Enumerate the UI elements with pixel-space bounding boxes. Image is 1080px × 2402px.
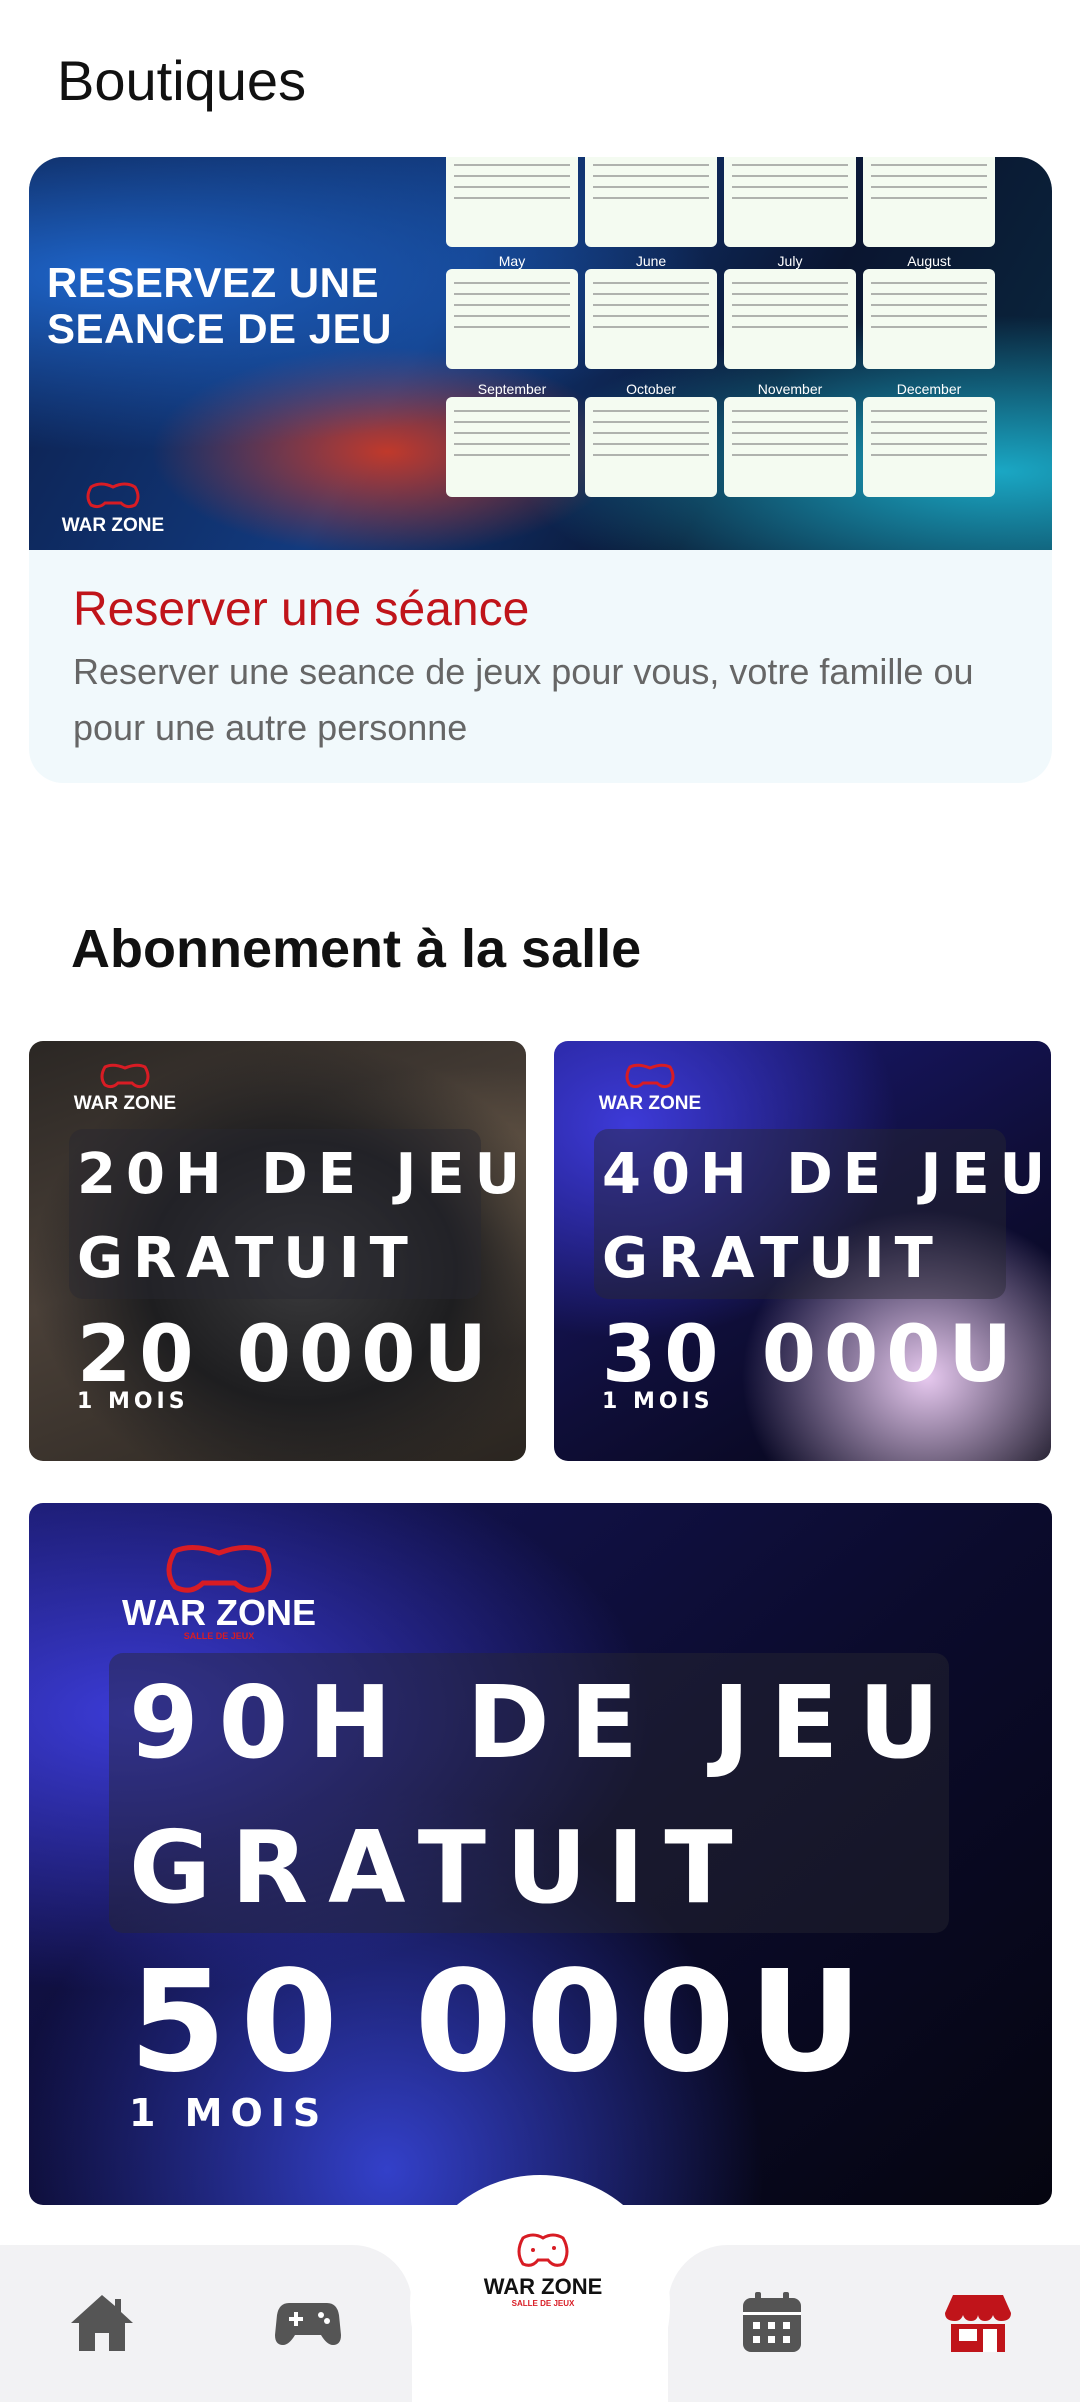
store-icon (945, 2295, 1011, 2352)
plan-duration: 1 MOIS (602, 1389, 714, 1414)
bottom-nav-right (668, 2245, 1080, 2402)
gamepad-icon (275, 2303, 341, 2345)
nav-calendar[interactable] (732, 2288, 812, 2358)
plan-duration: 1 MOIS (129, 2091, 329, 2135)
month-may: May (498, 253, 526, 269)
month-june: June (635, 253, 667, 269)
plan-hours: 90H DE JEU (129, 1664, 960, 1781)
card-brand-sub: SALLE DE JEUX (184, 1631, 255, 1641)
month-september: September (477, 381, 547, 397)
card-brand: WAR ZONE (74, 1093, 176, 1114)
war-zone-logo: WAR ZONE (62, 482, 164, 536)
war-zone-logo[interactable]: WAR ZONE SALLE DE JEUX (463, 2232, 623, 2308)
plan-price: 50 000U (129, 1941, 877, 2104)
banner-line-1: RESERVEZ UNE (47, 259, 379, 306)
nav-store[interactable] (938, 2288, 1018, 2358)
nav-brand: WAR ZONE (484, 2274, 603, 2299)
reservation-card[interactable]: RESERVEZ UNE SEANCE DE JEU WAR ZONE May … (29, 157, 1052, 783)
banner-brand: WAR ZONE (62, 515, 164, 536)
plan-hours: 40H DE JEU (602, 1142, 1051, 1207)
calendar-icon (743, 2292, 801, 2352)
war-zone-logo: WAR ZONE (74, 1063, 176, 1114)
calendar-grid: May June July August September October N… (446, 157, 1006, 550)
card-brand: WAR ZONE (599, 1093, 701, 1114)
reservation-title: Reserver une séance (73, 583, 530, 636)
subscription-card-90h[interactable]: WAR ZONE SALLE DE JEUX 90H DE JEU GRATUI… (29, 1503, 1052, 2205)
month-november: November (757, 381, 823, 397)
month-august: August (907, 253, 951, 269)
plan-free-label: GRATUIT (602, 1226, 943, 1291)
subscriptions-section-title: Abonnement à la salle (71, 919, 642, 979)
nav-home[interactable] (62, 2288, 142, 2358)
month-october: October (626, 381, 676, 397)
home-icon (71, 2295, 133, 2351)
month-december: December (896, 381, 962, 397)
banner-line-2: SEANCE DE JEU (47, 305, 392, 352)
card-brand: WAR ZONE (122, 1592, 316, 1633)
banner-text: RESERVEZ UNE SEANCE DE JEU (47, 260, 392, 352)
war-zone-logo: WAR ZONE SALLE DE JEUX (122, 1545, 316, 1641)
subscription-card-20h[interactable]: WAR ZONE 20H DE JEU GRATUIT 20 000U 1 MO… (29, 1041, 526, 1461)
subscription-card-40h[interactable]: WAR ZONE 40H DE JEU GRATUIT 30 000U 1 MO… (554, 1041, 1051, 1461)
reservation-description: Reserver une seance de jeux pour vous, v… (73, 651, 974, 748)
plan-free-label: GRATUIT (77, 1226, 418, 1291)
reservation-banner-image: RESERVEZ UNE SEANCE DE JEU WAR ZONE May … (29, 157, 1052, 550)
war-zone-logo: WAR ZONE (599, 1063, 701, 1114)
nav-brand-sub: SALLE DE JEUX (512, 2299, 575, 2308)
page-title: Boutiques (57, 49, 307, 112)
plan-free-label: GRATUIT (129, 1809, 753, 1926)
plan-hours: 20H DE JEU (77, 1142, 526, 1207)
month-july: July (777, 253, 803, 269)
plan-duration: 1 MOIS (77, 1389, 189, 1414)
nav-games[interactable] (268, 2288, 348, 2358)
